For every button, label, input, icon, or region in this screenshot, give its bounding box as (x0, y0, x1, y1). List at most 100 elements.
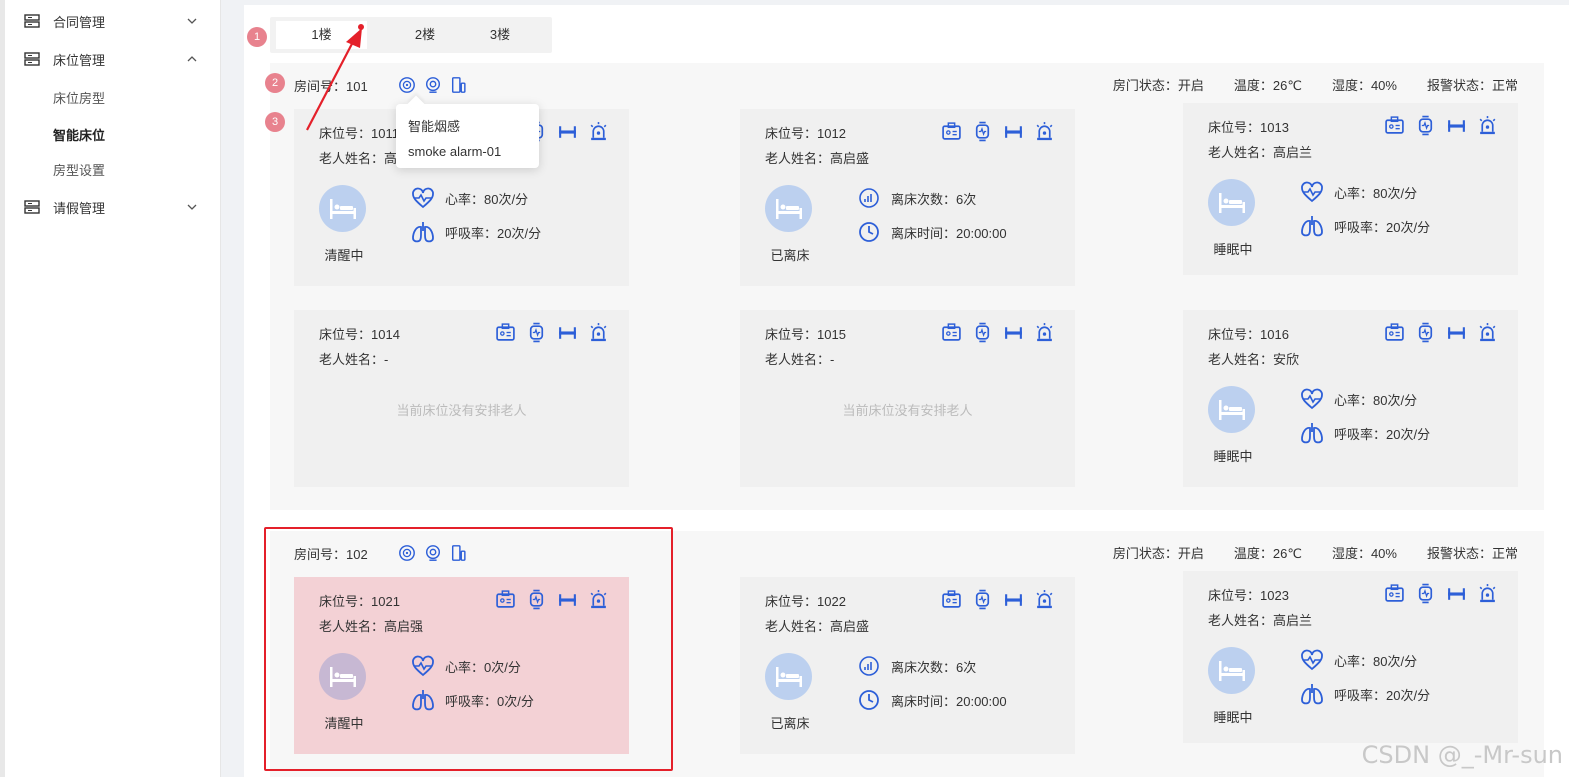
bed-card[interactable]: 床位号：1023 老人姓名：高启兰 睡眠中 心率：80次/分 呼吸率：20次/分 (1183, 571, 1518, 743)
metric-primary-value: 心率：80次/分 (1334, 185, 1418, 201)
menu-contract[interactable]: 合同管理 (24, 9, 204, 33)
heart-rate-icon (411, 187, 445, 209)
metric-secondary: 呼吸率：20次/分 (1300, 683, 1430, 705)
alarm-light-icon[interactable] (1477, 115, 1498, 136)
id-card-icon[interactable] (1384, 583, 1405, 604)
bed-devices (1384, 322, 1498, 343)
bed-icon[interactable] (1003, 121, 1024, 142)
bed-card[interactable]: 床位号：1022 老人姓名：高启盛 已离床 离床次数：6次 离床时间：20:00:00 (740, 577, 1075, 754)
bed-avatar-icon (775, 666, 802, 687)
bed-card[interactable]: 床位号：1015 老人姓名：- 当前床位没有安排老人 (740, 310, 1075, 487)
server-icon (24, 52, 40, 66)
bed-state: 已离床 (770, 716, 810, 731)
bed-icon[interactable] (1446, 322, 1467, 343)
id-card-icon[interactable] (941, 121, 962, 142)
smartwatch-icon[interactable] (1415, 115, 1436, 136)
submenu-room-settings[interactable]: 房型设置 (53, 160, 105, 179)
menu-leave-label: 请假管理 (53, 200, 106, 216)
metric-primary: 离床次数：6次 (857, 655, 976, 677)
metric-secondary-value: 离床时间：20:00:00 (891, 225, 1007, 241)
room-status: 房门状态：开启 温度：26℃ 湿度：40% 报警状态：正常 (1113, 75, 1518, 94)
bed-card[interactable]: 床位号：1013 老人姓名：高启兰 睡眠中 心率：80次/分 呼吸率：20次/分 (1183, 103, 1518, 275)
metric-secondary: 离床时间：20:00:00 (857, 221, 1007, 243)
smartwatch-icon[interactable] (972, 121, 993, 142)
bed-avatar-icon (1218, 660, 1245, 681)
clock-icon (857, 221, 891, 243)
metric-secondary-value: 呼吸率：20次/分 (1334, 426, 1431, 442)
smartwatch-icon[interactable] (1415, 322, 1436, 343)
bar-chart-icon (857, 655, 891, 677)
smartwatch-icon[interactable] (972, 589, 993, 610)
bed-number: 床位号：1013 (1208, 120, 1289, 135)
alarm-light-icon[interactable] (588, 322, 609, 343)
smartwatch-icon[interactable] (972, 322, 993, 343)
tooltip-device: smoke alarm-01 (408, 144, 502, 159)
metric-secondary: 呼吸率：20次/分 (1300, 422, 1430, 444)
device-tooltip: 智能烟感 smoke alarm-01 (396, 95, 539, 168)
id-card-icon[interactable] (941, 322, 962, 343)
bed-icon[interactable] (1003, 589, 1024, 610)
bed-card[interactable]: 床位号：1012 老人姓名：高启盛 已离床 离床次数：6次 离床时间：20:00:00 (740, 109, 1075, 286)
server-icon (24, 200, 40, 214)
bed-devices (1384, 115, 1498, 136)
elder-name: 老人姓名：高启兰 (1208, 145, 1313, 160)
bed-card[interactable]: 床位号：1014 老人姓名：- 当前床位没有安排老人 (294, 310, 629, 487)
bed-number: 床位号：1014 (319, 327, 400, 342)
metric-primary-value: 离床次数：6次 (891, 659, 977, 675)
elder-name: 老人姓名：高启兰 (1208, 613, 1313, 628)
metric-secondary-value: 呼吸率：20次/分 (445, 225, 542, 241)
bed-icon[interactable] (1003, 322, 1024, 343)
room-status-alarm: 报警状态：正常 (1426, 546, 1518, 561)
id-card-icon[interactable] (1384, 115, 1405, 136)
metric-secondary-value: 离床时间：20:00:00 (891, 693, 1007, 709)
smartwatch-icon[interactable] (526, 322, 547, 343)
empty-bed-message: 当前床位没有安排老人 (396, 403, 527, 418)
tab-floor-3[interactable]: 3楼 (455, 21, 545, 49)
bed-icon[interactable] (1446, 583, 1467, 604)
chevron-up-icon (187, 56, 197, 62)
bed-state: 清醒中 (324, 248, 364, 263)
alarm-light-icon[interactable] (1034, 589, 1055, 610)
camera-sensor-icon[interactable] (424, 76, 442, 94)
bed-number: 床位号：1015 (765, 327, 846, 342)
smartwatch-icon[interactable] (1415, 583, 1436, 604)
id-card-icon[interactable] (1384, 322, 1405, 343)
bed-avatar (319, 185, 366, 232)
bed-devices (941, 589, 1055, 610)
alarm-light-icon[interactable] (588, 121, 609, 142)
metric-primary: 离床次数：6次 (857, 187, 976, 209)
id-card-icon[interactable] (941, 589, 962, 610)
alarm-light-icon[interactable] (1034, 322, 1055, 343)
metric-secondary-value: 呼吸率：20次/分 (1334, 219, 1431, 235)
menu-bed[interactable]: 床位管理 (24, 47, 204, 71)
bed-avatar-icon (775, 198, 802, 219)
bed-icon[interactable] (557, 121, 578, 142)
metric-primary-value: 心率：80次/分 (1334, 392, 1418, 408)
smoke-detector-icon[interactable] (398, 76, 416, 94)
step-badge-2: 2 (265, 73, 285, 93)
step-badge-1: 1 (247, 27, 267, 47)
bed-icon[interactable] (557, 322, 578, 343)
step-badge-3: 3 (265, 112, 285, 132)
bed-avatar (1208, 179, 1255, 226)
bed-card[interactable]: 床位号：1016 老人姓名：安欣 睡眠中 心率：80次/分 呼吸率：20次/分 (1183, 310, 1518, 487)
bed-avatar-icon (1218, 399, 1245, 420)
elder-name: 老人姓名：- (319, 352, 389, 367)
bed-icon[interactable] (1446, 115, 1467, 136)
submenu-smart-bed[interactable]: 智能床位 (53, 125, 105, 144)
menu-leave[interactable]: 请假管理 (24, 195, 204, 219)
bed-number: 床位号：1022 (765, 594, 846, 609)
bed-devices (941, 322, 1055, 343)
alarm-light-icon[interactable] (1034, 121, 1055, 142)
metric-primary: 心率：80次/分 (411, 187, 528, 209)
bed-number: 床位号：1016 (1208, 327, 1289, 342)
gateway-icon[interactable] (450, 76, 468, 94)
tooltip-title: 智能烟感 (408, 119, 461, 134)
heart-rate-icon (1300, 388, 1334, 410)
submenu-bed-type[interactable]: 床位房型 (53, 88, 105, 107)
empty-bed-message: 当前床位没有安排老人 (842, 403, 973, 418)
alarm-light-icon[interactable] (1477, 322, 1498, 343)
id-card-icon[interactable] (495, 322, 516, 343)
metric-primary: 心率：80次/分 (1300, 388, 1417, 410)
alarm-light-icon[interactable] (1477, 583, 1498, 604)
